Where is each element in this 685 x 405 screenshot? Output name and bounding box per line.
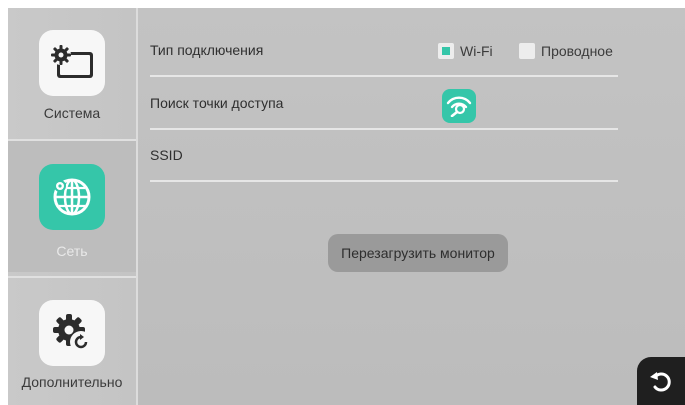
network-globe-icon: [39, 164, 105, 230]
access-point-search-label: Поиск точки доступа: [150, 95, 284, 111]
access-point-search-button[interactable]: [442, 89, 476, 123]
sidebar-item-label: Система: [43, 105, 101, 121]
wired-option[interactable]: Проводное: [519, 43, 613, 59]
reboot-monitor-button[interactable]: Перезагрузить монитор: [328, 234, 508, 272]
wifi-checkbox[interactable]: [438, 43, 454, 59]
settings-screen: Система Сеть Дополнительно Тип подключен…: [8, 8, 685, 405]
sidebar-item-network[interactable]: Сеть: [8, 141, 136, 272]
checkbox-check-mark: [442, 47, 450, 55]
wifi-option-label: Wi-Fi: [460, 43, 493, 59]
wifi-option[interactable]: Wi-Fi: [438, 43, 493, 59]
sidebar-item-label: Дополнительно: [21, 374, 123, 390]
ssid-label: SSID: [150, 147, 183, 163]
sidebar-item-label: Сеть: [56, 243, 88, 259]
connection-type-label: Тип подключения: [150, 42, 264, 58]
sidebar: Система Сеть Дополнительно: [8, 8, 138, 405]
settings-display-icon: [39, 30, 105, 96]
gear-refresh-icon: [39, 300, 105, 366]
row-divider: [150, 180, 618, 182]
wifi-search-icon: [446, 96, 472, 117]
sidebar-item-system[interactable]: Система: [8, 8, 136, 139]
sidebar-item-advanced[interactable]: Дополнительно: [8, 278, 136, 405]
row-divider: [150, 128, 618, 130]
wired-option-label: Проводное: [541, 43, 613, 59]
back-button[interactable]: [637, 357, 685, 405]
row-divider: [150, 75, 618, 77]
wired-checkbox[interactable]: [519, 43, 535, 59]
network-settings-panel: Тип подключения Wi-Fi Проводное Поиск то…: [138, 8, 685, 405]
undo-arrow-icon: [650, 372, 671, 392]
